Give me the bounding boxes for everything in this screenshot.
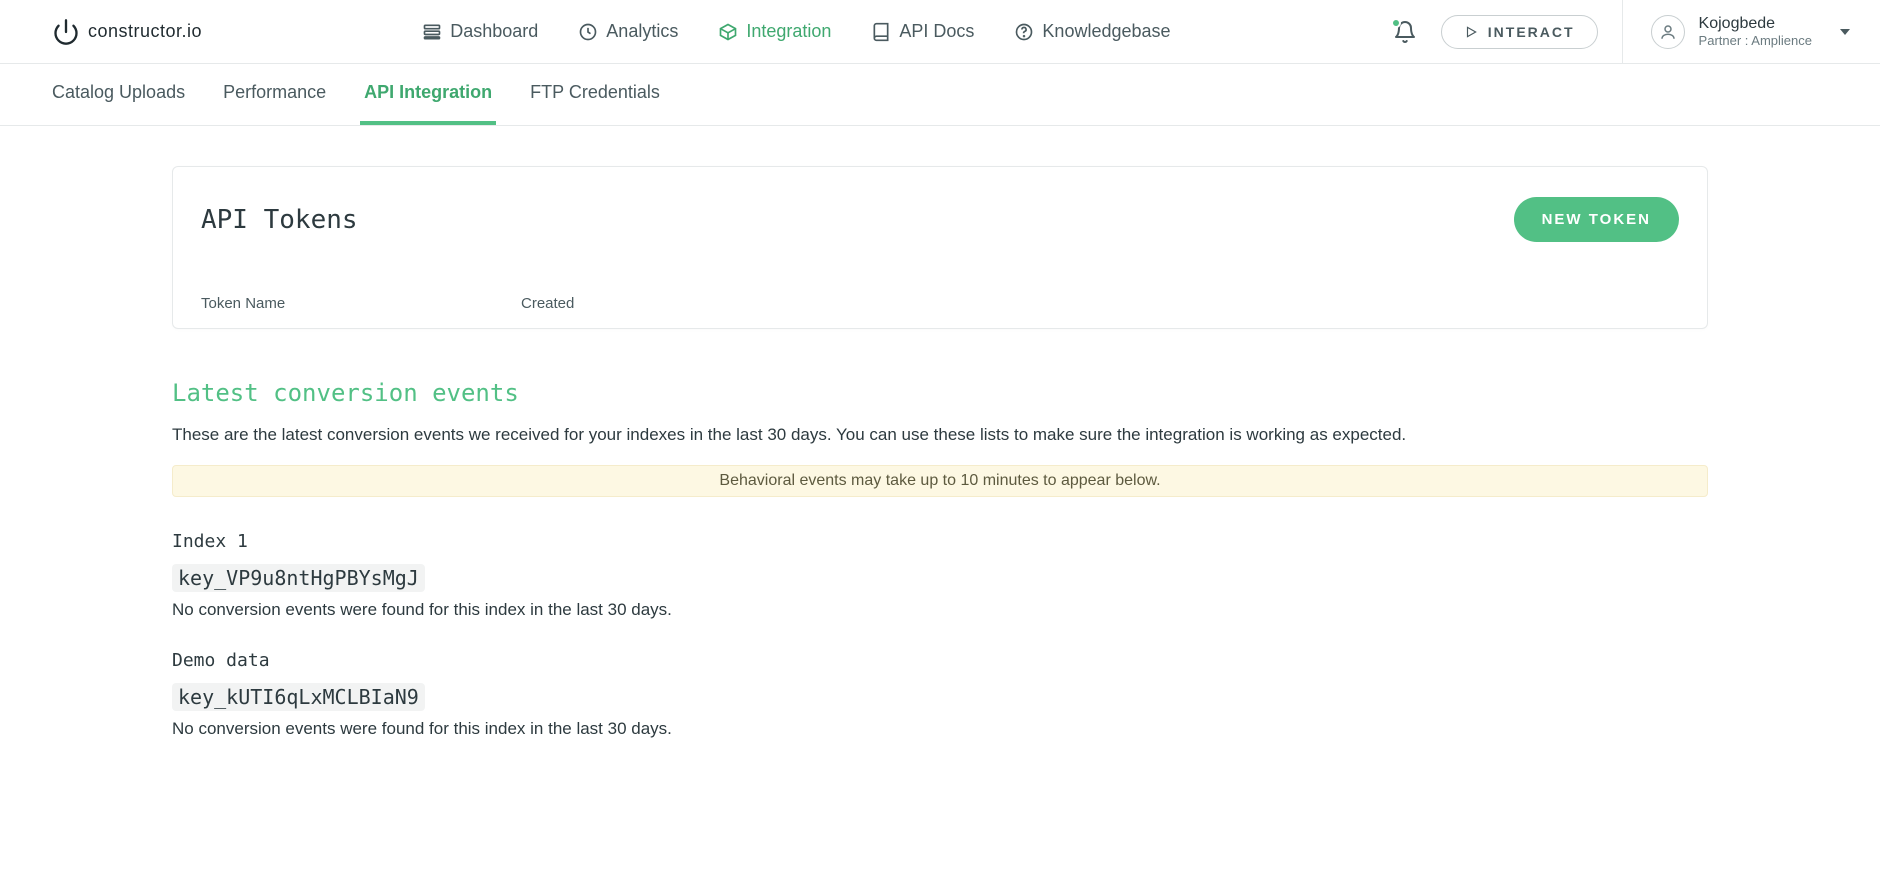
notification-badge [1391,18,1401,28]
nav-analytics[interactable]: Analytics [576,17,680,46]
token-table-header: Token Name Created [201,282,1679,328]
events-section-description: These are the latest conversion events w… [172,425,1708,445]
tab-label: FTP Credentials [530,82,660,103]
integration-icon [718,22,738,42]
nav-label: Integration [746,21,831,42]
api-tokens-card: API Tokens NEW TOKEN Token Name Created [172,166,1708,329]
avatar [1651,15,1685,49]
index-empty-message: No conversion events were found for this… [172,600,1708,620]
new-token-label: NEW TOKEN [1542,211,1651,228]
user-text: Kojogbede Partner : Amplience [1699,14,1812,49]
index-empty-message: No conversion events were found for this… [172,719,1708,739]
card-head: API Tokens NEW TOKEN [201,197,1679,242]
caret-down-icon [1840,27,1850,37]
main-nav: Dashboard Analytics Integration API Docs… [200,17,1393,46]
analytics-icon [578,22,598,42]
nav-label: Analytics [606,21,678,42]
nav-label: Dashboard [450,21,538,42]
col-created: Created [521,295,1679,312]
card-title: API Tokens [201,205,358,235]
nav-integration[interactable]: Integration [716,17,833,46]
index-key: key_kUTI6qLxMCLBIaN9 [172,683,425,711]
user-icon [1659,23,1677,41]
tab-catalog-uploads[interactable]: Catalog Uploads [48,64,189,125]
nav-knowledgebase[interactable]: Knowledgebase [1012,17,1172,46]
tab-label: Catalog Uploads [52,82,185,103]
panel: API Tokens NEW TOKEN Token Name Created … [172,166,1708,739]
power-icon [52,18,80,46]
index-name: Index 1 [172,531,1708,552]
tab-label: Performance [223,82,326,103]
nav-label: Knowledgebase [1042,21,1170,42]
nav-label: API Docs [899,21,974,42]
dashboard-icon [422,22,442,42]
logo-wordmark: constructor.io [88,21,202,42]
interact-button[interactable]: INTERACT [1441,15,1598,49]
account-menu[interactable]: Kojogbede Partner : Amplience [1622,0,1850,64]
index-key: key_VP9u8ntHgPBYsMgJ [172,564,425,592]
topbar: constructor.io Dashboard Analytics Integ… [0,0,1880,64]
index-name: Demo data [172,650,1708,671]
play-icon [1464,25,1478,39]
tab-performance[interactable]: Performance [219,64,330,125]
nav-api-docs[interactable]: API Docs [869,17,976,46]
help-icon [1014,22,1034,42]
user-name: Kojogbede [1699,14,1812,33]
topbar-right: INTERACT Kojogbede Partner : Amplience [1393,0,1880,64]
events-section-title: Latest conversion events [172,379,1708,407]
user-subtitle: Partner : Amplience [1699,33,1812,49]
behavioral-note: Behavioral events may take up to 10 minu… [172,465,1708,497]
notifications-button[interactable] [1393,20,1417,44]
tab-ftp-credentials[interactable]: FTP Credentials [526,64,664,125]
book-icon [871,22,891,42]
tab-label: API Integration [364,82,492,103]
tab-api-integration[interactable]: API Integration [360,64,496,125]
new-token-button[interactable]: NEW TOKEN [1514,197,1679,242]
interact-label: INTERACT [1488,24,1575,40]
nav-dashboard[interactable]: Dashboard [420,17,540,46]
content: API Tokens NEW TOKEN Token Name Created … [0,126,1880,829]
col-token-name: Token Name [201,295,521,312]
subnav: Catalog Uploads Performance API Integrat… [0,64,1880,126]
